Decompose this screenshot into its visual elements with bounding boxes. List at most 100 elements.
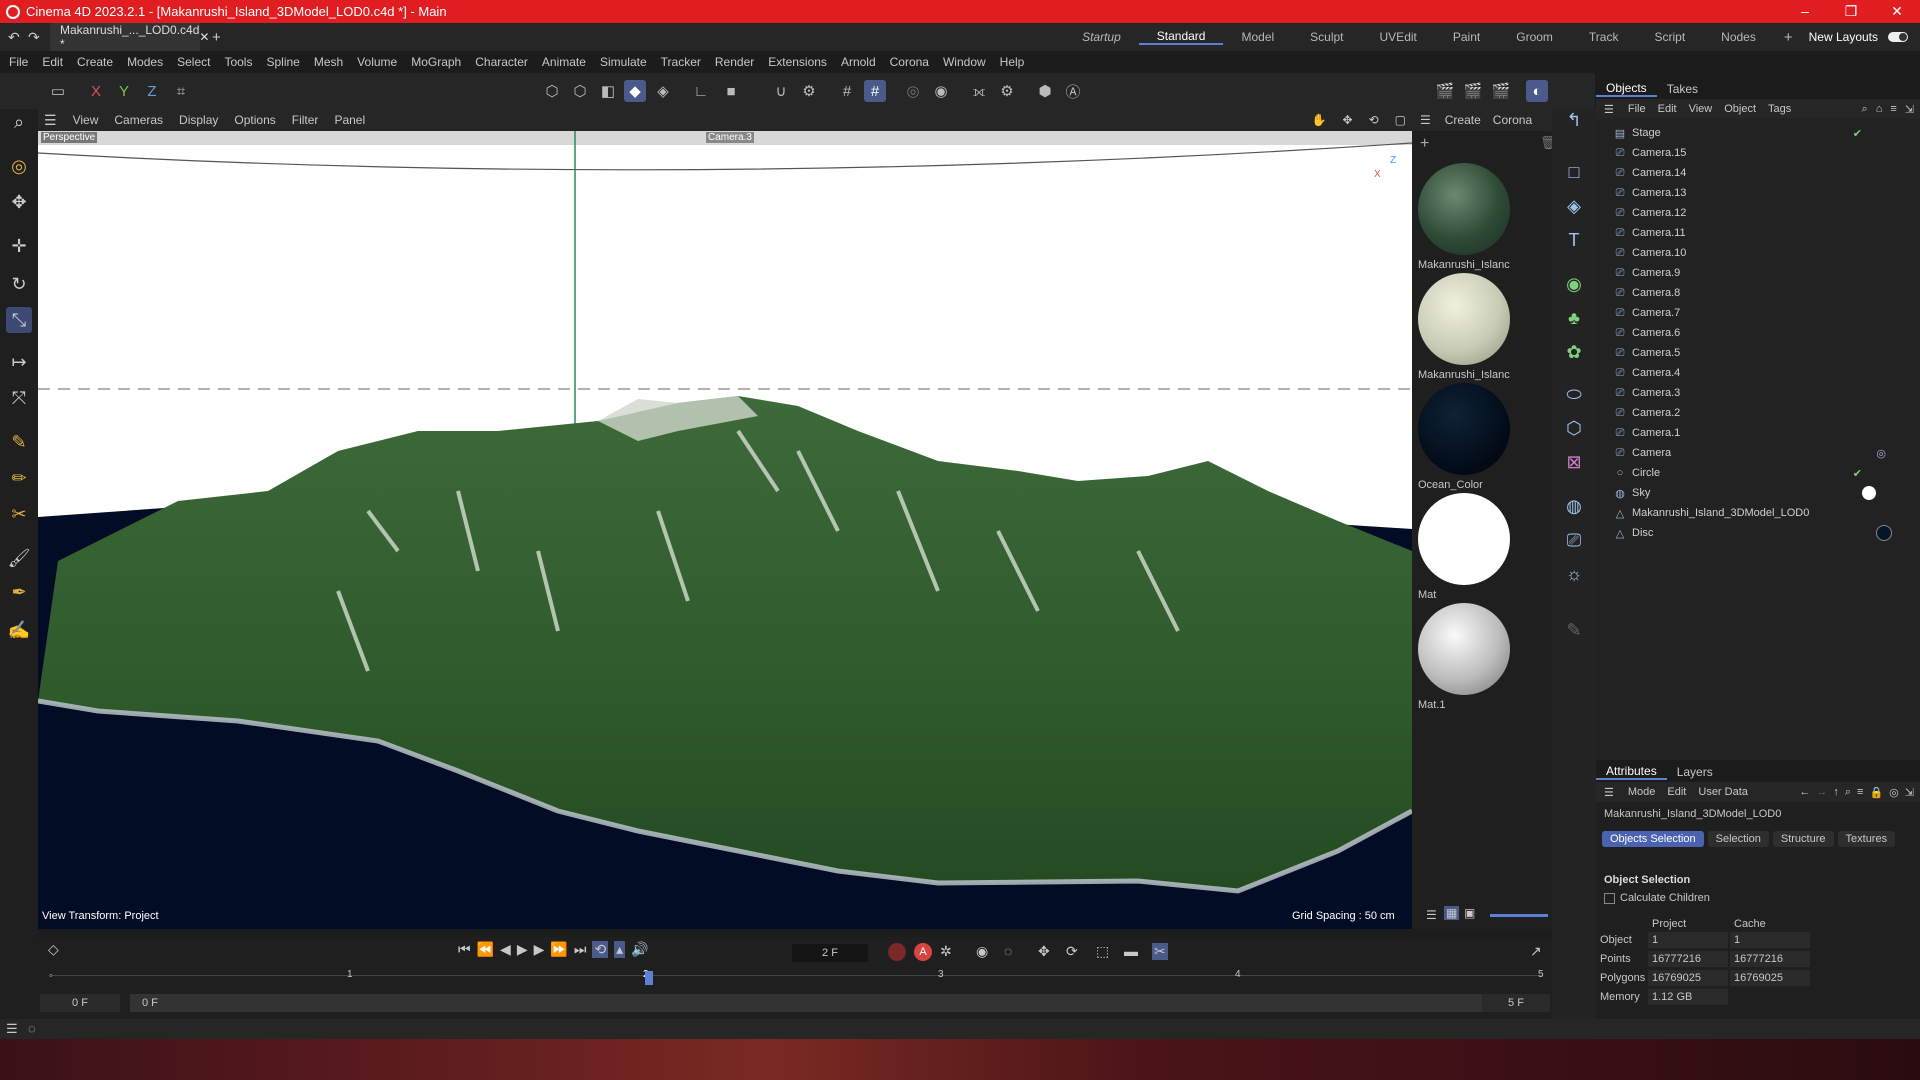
viewport-maximize-icon[interactable]: ▢: [1387, 113, 1412, 127]
viewport-menu-display[interactable]: Display: [171, 113, 226, 127]
object-row[interactable]: ⎚ Camera.5: [1596, 343, 1920, 363]
z-axis-lock-button[interactable]: Z: [141, 80, 163, 102]
spline-sketch-icon[interactable]: ✏: [6, 465, 32, 491]
tab-objects[interactable]: Objects: [1596, 81, 1657, 97]
brush-icon[interactable]: 🖌: [6, 545, 32, 571]
render-region-icon[interactable]: 🎬: [1434, 80, 1456, 102]
preview-start-field[interactable]: 0 F: [40, 994, 120, 1012]
menu-tools[interactable]: Tools: [217, 55, 259, 69]
object-row[interactable]: ⎚ Camera.8: [1596, 283, 1920, 303]
environment-icon[interactable]: ◍: [1561, 493, 1587, 519]
new-tab-button[interactable]: +: [212, 29, 221, 46]
object-row[interactable]: ◍ Sky: [1596, 483, 1920, 503]
attributes-menu-mode[interactable]: Mode: [1622, 786, 1662, 798]
object-row[interactable]: ⎚ Camera ◎: [1596, 443, 1920, 463]
axis-mode-icon[interactable]: ∟: [690, 80, 712, 102]
menu-select[interactable]: Select: [170, 55, 217, 69]
menu-mograph[interactable]: MoGraph: [404, 55, 468, 69]
spline-tools-icon[interactable]: ✂: [6, 501, 32, 527]
close-window-button[interactable]: ✕: [1874, 3, 1920, 20]
material-menu-corona[interactable]: Corona: [1487, 113, 1538, 127]
attributes-expand-icon[interactable]: ⇲: [1902, 786, 1920, 799]
menu-modes[interactable]: Modes: [120, 55, 170, 69]
menu-edit[interactable]: Edit: [35, 55, 70, 69]
menu-render[interactable]: Render: [708, 55, 761, 69]
cube-primitive-icon[interactable]: ↰: [1561, 107, 1587, 133]
objects-expand-icon[interactable]: ⇲: [1901, 103, 1920, 116]
workplane-icon[interactable]: #: [864, 80, 886, 102]
loop-icon[interactable]: ⟲: [592, 941, 609, 958]
material-swatch[interactable]: [1418, 273, 1510, 365]
object-row[interactable]: ⎚ Camera.9: [1596, 263, 1920, 283]
object-row[interactable]: ⎚ Camera.7: [1596, 303, 1920, 323]
x-axis-lock-button[interactable]: X: [85, 80, 107, 102]
render-settings-icon[interactable]: ◉: [930, 80, 952, 102]
hidden-edges-icon[interactable]: ⬢: [1034, 80, 1056, 102]
menu-corona[interactable]: Corona: [883, 55, 936, 69]
object-row[interactable]: ⎚ Camera.11: [1596, 223, 1920, 243]
timeline-graph-icon[interactable]: ↗: [1530, 943, 1542, 960]
material-swatch[interactable]: [1418, 603, 1510, 695]
coordinate-system-icon[interactable]: ⌗: [170, 80, 192, 102]
cloner-icon[interactable]: ♣: [1561, 305, 1587, 331]
transfer-tool-icon[interactable]: ↦: [6, 349, 32, 375]
viewport-orbit-icon[interactable]: ⟲: [1361, 113, 1387, 127]
material-swatch[interactable]: [1418, 493, 1510, 585]
undo-icon[interactable]: ↶: [8, 29, 20, 46]
menu-mesh[interactable]: Mesh: [307, 55, 350, 69]
field-icon[interactable]: ⬡: [1561, 415, 1587, 441]
object-row[interactable]: ⎚ Camera.13: [1596, 183, 1920, 203]
cube-icon[interactable]: ◈: [1561, 193, 1587, 219]
viewport-pan-icon[interactable]: ✋: [1304, 113, 1335, 127]
layout-tab-script[interactable]: Script: [1636, 30, 1703, 44]
layout-tab-paint[interactable]: Paint: [1435, 30, 1498, 44]
layout-tab-startup[interactable]: Startup: [1064, 30, 1139, 44]
objects-menu-view[interactable]: View: [1683, 103, 1719, 115]
viewport-move-icon[interactable]: ✥: [1335, 113, 1361, 127]
layout-tab-track[interactable]: Track: [1571, 30, 1637, 44]
object-row[interactable]: ⎚ Camera.12: [1596, 203, 1920, 223]
viewport[interactable]: Perspective Camera.3 Z X View Transform:…: [38, 131, 1412, 929]
object-row[interactable]: ⎚ Camera.14: [1596, 163, 1920, 183]
record-points-icon[interactable]: ▬: [1124, 943, 1138, 959]
object-row[interactable]: △ Disc: [1596, 523, 1920, 543]
animation-mode-icon[interactable]: ▴: [614, 941, 626, 958]
object-row[interactable]: ⎚ Camera.6: [1596, 323, 1920, 343]
viewport-menu-panel[interactable]: Panel: [326, 113, 373, 127]
preview-range-bar[interactable]: 0 F 5 F: [130, 994, 1510, 1012]
menu-help[interactable]: Help: [993, 55, 1032, 69]
select-tool-icon[interactable]: ◎: [6, 153, 32, 179]
menu-spline[interactable]: Spline: [259, 55, 306, 69]
status-menu-icon[interactable]: ☰: [6, 1021, 18, 1037]
objects-search-icon[interactable]: ⌕: [1858, 103, 1872, 116]
object-row[interactable]: ⎚ Camera.4: [1596, 363, 1920, 383]
objects-menu-file[interactable]: File: [1622, 103, 1652, 115]
layout-tab-groom[interactable]: Groom: [1498, 30, 1571, 44]
object-row[interactable]: ⎚ Camera.15: [1596, 143, 1920, 163]
go-to-end-icon[interactable]: ⏭: [574, 941, 587, 958]
autokey-button[interactable]: A: [914, 943, 932, 961]
keyframe-selection-icon[interactable]: ✲: [940, 943, 952, 960]
minimize-button[interactable]: –: [1782, 3, 1828, 20]
enabled-check-icon[interactable]: ✔: [1853, 127, 1862, 140]
tab-attributes[interactable]: Attributes: [1596, 764, 1667, 780]
light-icon[interactable]: ☼: [1561, 561, 1587, 587]
polygons-mode-icon[interactable]: ◧: [597, 80, 619, 102]
record-param-icon[interactable]: ⟳: [1066, 943, 1078, 960]
up-arrow-icon[interactable]: ↑: [1830, 786, 1842, 798]
object-row[interactable]: ▤ Stage ✔: [1596, 123, 1920, 143]
object-row[interactable]: ⎚ Camera.2: [1596, 403, 1920, 423]
enabled-check-icon[interactable]: ✔: [1853, 467, 1862, 480]
grid-snap-icon[interactable]: #: [836, 80, 858, 102]
thumbnail-size-slider[interactable]: [1490, 914, 1548, 917]
effector-icon[interactable]: ✿: [1561, 339, 1587, 365]
preview-end-field[interactable]: 5 F: [1482, 994, 1550, 1012]
layout-tab-uvedit[interactable]: UVEdit: [1362, 30, 1435, 44]
y-axis-lock-button[interactable]: Y: [113, 80, 135, 102]
menu-window[interactable]: Window: [936, 55, 993, 69]
viewport-menu-cameras[interactable]: Cameras: [106, 113, 171, 127]
record-position-icon[interactable]: ◉: [976, 943, 988, 960]
render-view-icon[interactable]: 🎬: [1462, 80, 1484, 102]
tags-icon[interactable]: ✎: [1561, 617, 1587, 643]
layout-tab-nodes[interactable]: Nodes: [1703, 30, 1774, 44]
